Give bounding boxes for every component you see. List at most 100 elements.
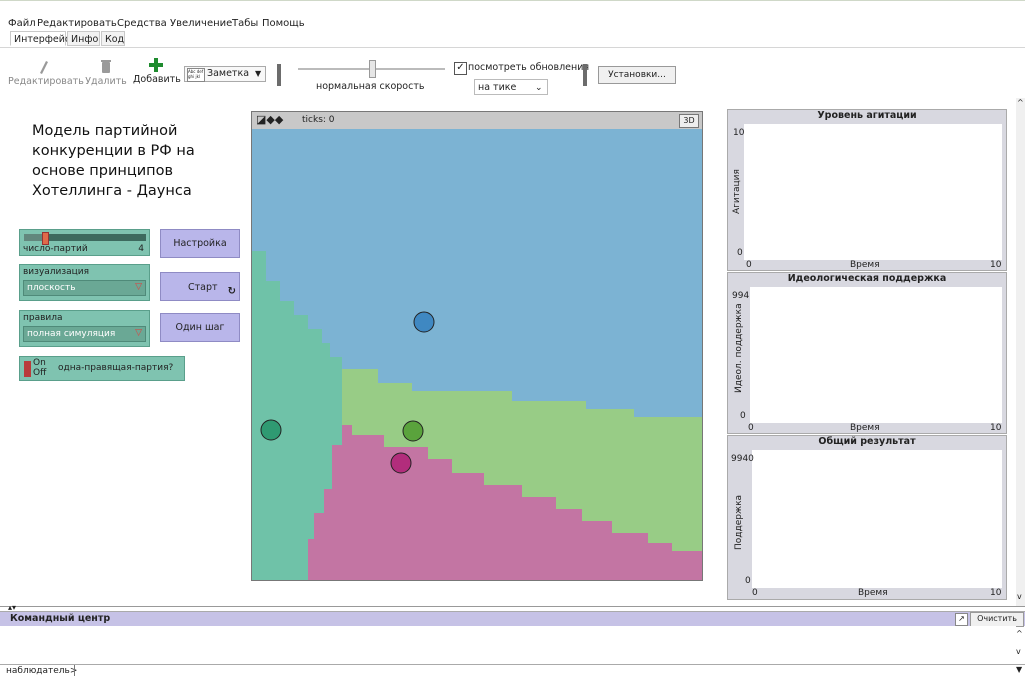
rules-chooser[interactable]: правила полная симуляция ▽ [19,310,150,347]
num-parties-slider[interactable]: число-партий 4 [19,229,150,256]
plot-title: Общий результат [818,436,916,447]
menu-tabs[interactable]: Табы [232,18,258,29]
scroll-down-icon[interactable]: v [1017,592,1022,601]
tab-interface[interactable]: Интерфейс [10,31,70,46]
scroll-up-icon[interactable]: ^ [1016,629,1023,638]
chevron-down-icon: ▽ [135,282,142,292]
tab-info[interactable]: Инфо [67,31,100,46]
menu-file[interactable]: Файл [8,18,36,29]
command-output [0,626,1016,662]
plot-xmin: 0 [748,423,754,433]
toolbar-separator [277,64,281,86]
plot-ymin: 0 [737,248,743,258]
plot-agitation: Уровень агитации 10 0 0 Время 10 Агитаци… [727,109,1007,271]
step-button[interactable]: Один шаг [160,313,240,342]
magenta-agent[interactable] [390,452,412,474]
update-mode-dropdown[interactable]: на тике ⌄ [474,79,548,95]
plot-area [752,450,1002,588]
edit-label: Редактировать [8,76,84,87]
plot-ymax: 994 [732,291,750,301]
plot-total-result: Общий результат 9940 0 0 Время 10 Поддер… [727,435,1007,600]
speed-slider-thumb[interactable] [368,60,376,78]
switch-toggle[interactable] [24,361,31,377]
trash-icon [84,60,128,76]
menu-help[interactable]: Помощь [262,18,305,29]
slider-fill [24,234,43,241]
plot-area [750,287,1002,423]
ticks-counter: ticks: 0 [302,115,335,125]
delete-tool[interactable]: Удалить [84,60,128,87]
plot-title: Идеологическая поддержка [787,273,947,284]
delete-label: Удалить [85,76,127,87]
command-input-row: наблюдатель> ▼ [0,664,1025,677]
interface-scrollbar[interactable]: ^ v [1016,98,1025,606]
settings-button[interactable]: Установки... [598,66,676,84]
scroll-up-icon[interactable]: ^ [1017,98,1024,107]
plot-area [744,124,1002,260]
green-agent[interactable] [402,420,424,442]
chevron-down-icon: ⌄ [535,83,543,93]
command-input[interactable] [74,665,1017,676]
go-button[interactable]: Старт ↻ [160,272,240,301]
chooser-select[interactable]: полная симуляция ▽ [23,326,146,342]
chooser-select[interactable]: плоскость ▽ [23,280,146,296]
chooser-value: плоскость [27,283,76,293]
plot-ymin: 0 [740,411,746,421]
blue-agent[interactable] [413,311,435,333]
setup-button[interactable]: Настройка [160,229,240,258]
scroll-down-icon[interactable]: v [1016,647,1021,656]
clear-button[interactable]: Очистить [970,612,1024,627]
plot-ymax: 9940 [731,454,754,464]
pencil-icon [8,60,78,76]
add-tool[interactable]: Добавить [133,58,181,85]
expand-icon[interactable]: ↗ [955,613,968,626]
chooser-value: полная симуляция [27,329,116,339]
plot-xlabel: Время [850,423,880,433]
command-center-header: Командный центр ↗ Очистить [0,611,1025,627]
menu-edit[interactable]: Редактировать [37,18,117,29]
plot-xmax: 10 [990,260,1002,270]
plot-ylabel: Поддержка [734,494,744,550]
world-canvas[interactable] [252,129,702,580]
edit-tool[interactable]: Редактировать [8,60,84,87]
model-title: Модель партийной конкуренции в РФ на осн… [32,123,195,199]
switch-off-label: Off [33,368,47,378]
teal-agent[interactable] [260,419,282,441]
view-updates-label: посмотреть обновления [468,62,590,73]
plot-xlabel: Время [850,260,880,270]
visualization-chooser[interactable]: визуализация плоскость ▽ [19,264,150,301]
command-center-title: Командный центр [10,613,111,624]
plot-xlabel: Время [858,588,888,598]
widget-type-value: Заметка [207,68,250,79]
plot-ideological-support: Идеологическая поддержка 994 0 0 Время 1… [727,272,1007,434]
add-label: Добавить [133,74,181,85]
plot-ymin: 0 [745,576,751,586]
chooser-label: визуализация [23,267,90,277]
view-control-icons[interactable]: ◪◆◆ [256,114,283,125]
ruling-party-switch[interactable]: On Off одна-правящая-партия? [19,356,185,381]
view-header: ◪◆◆ ticks: 0 3D [252,112,702,130]
plot-xmin: 0 [752,588,758,598]
plot-ylabel: Агитация [732,169,742,214]
menu-tools[interactable]: Средства [117,18,167,29]
world-view: ◪◆◆ ticks: 0 3D [251,111,703,581]
menu-zoom[interactable]: Увеличение [170,18,232,29]
chooser-label: правила [23,313,63,323]
command-center: ▴▾ Командный центр ↗ Очистить ^ v наблюд… [0,603,1025,677]
plot-xmin: 0 [746,260,752,270]
plot-title: Уровень агитации [817,110,917,121]
plot-xmax: 10 [990,588,1002,598]
chevron-down-icon: ▼ [255,69,262,78]
speed-label: нормальная скорость [316,81,425,92]
3d-button[interactable]: 3D [679,114,699,128]
tab-code[interactable]: Код [101,31,125,46]
plot-ymax: 10 [733,128,745,138]
go-button-label: Старт [188,282,218,293]
view-updates-checkbox[interactable]: ✓ [454,62,467,75]
menu-bar: Файл Редактировать Средства Увеличение Т… [0,0,1025,31]
toolbar: Редактировать Удалить Добавить Abc def g… [0,47,1025,99]
plot-ylabel: Идеол. поддержка [734,303,744,393]
widget-type-dropdown[interactable]: Abc def ghi jkl Заметка ▼ [184,66,266,82]
chevron-down-icon[interactable]: ▼ [1016,665,1022,674]
switch-on-label: On [33,358,46,368]
